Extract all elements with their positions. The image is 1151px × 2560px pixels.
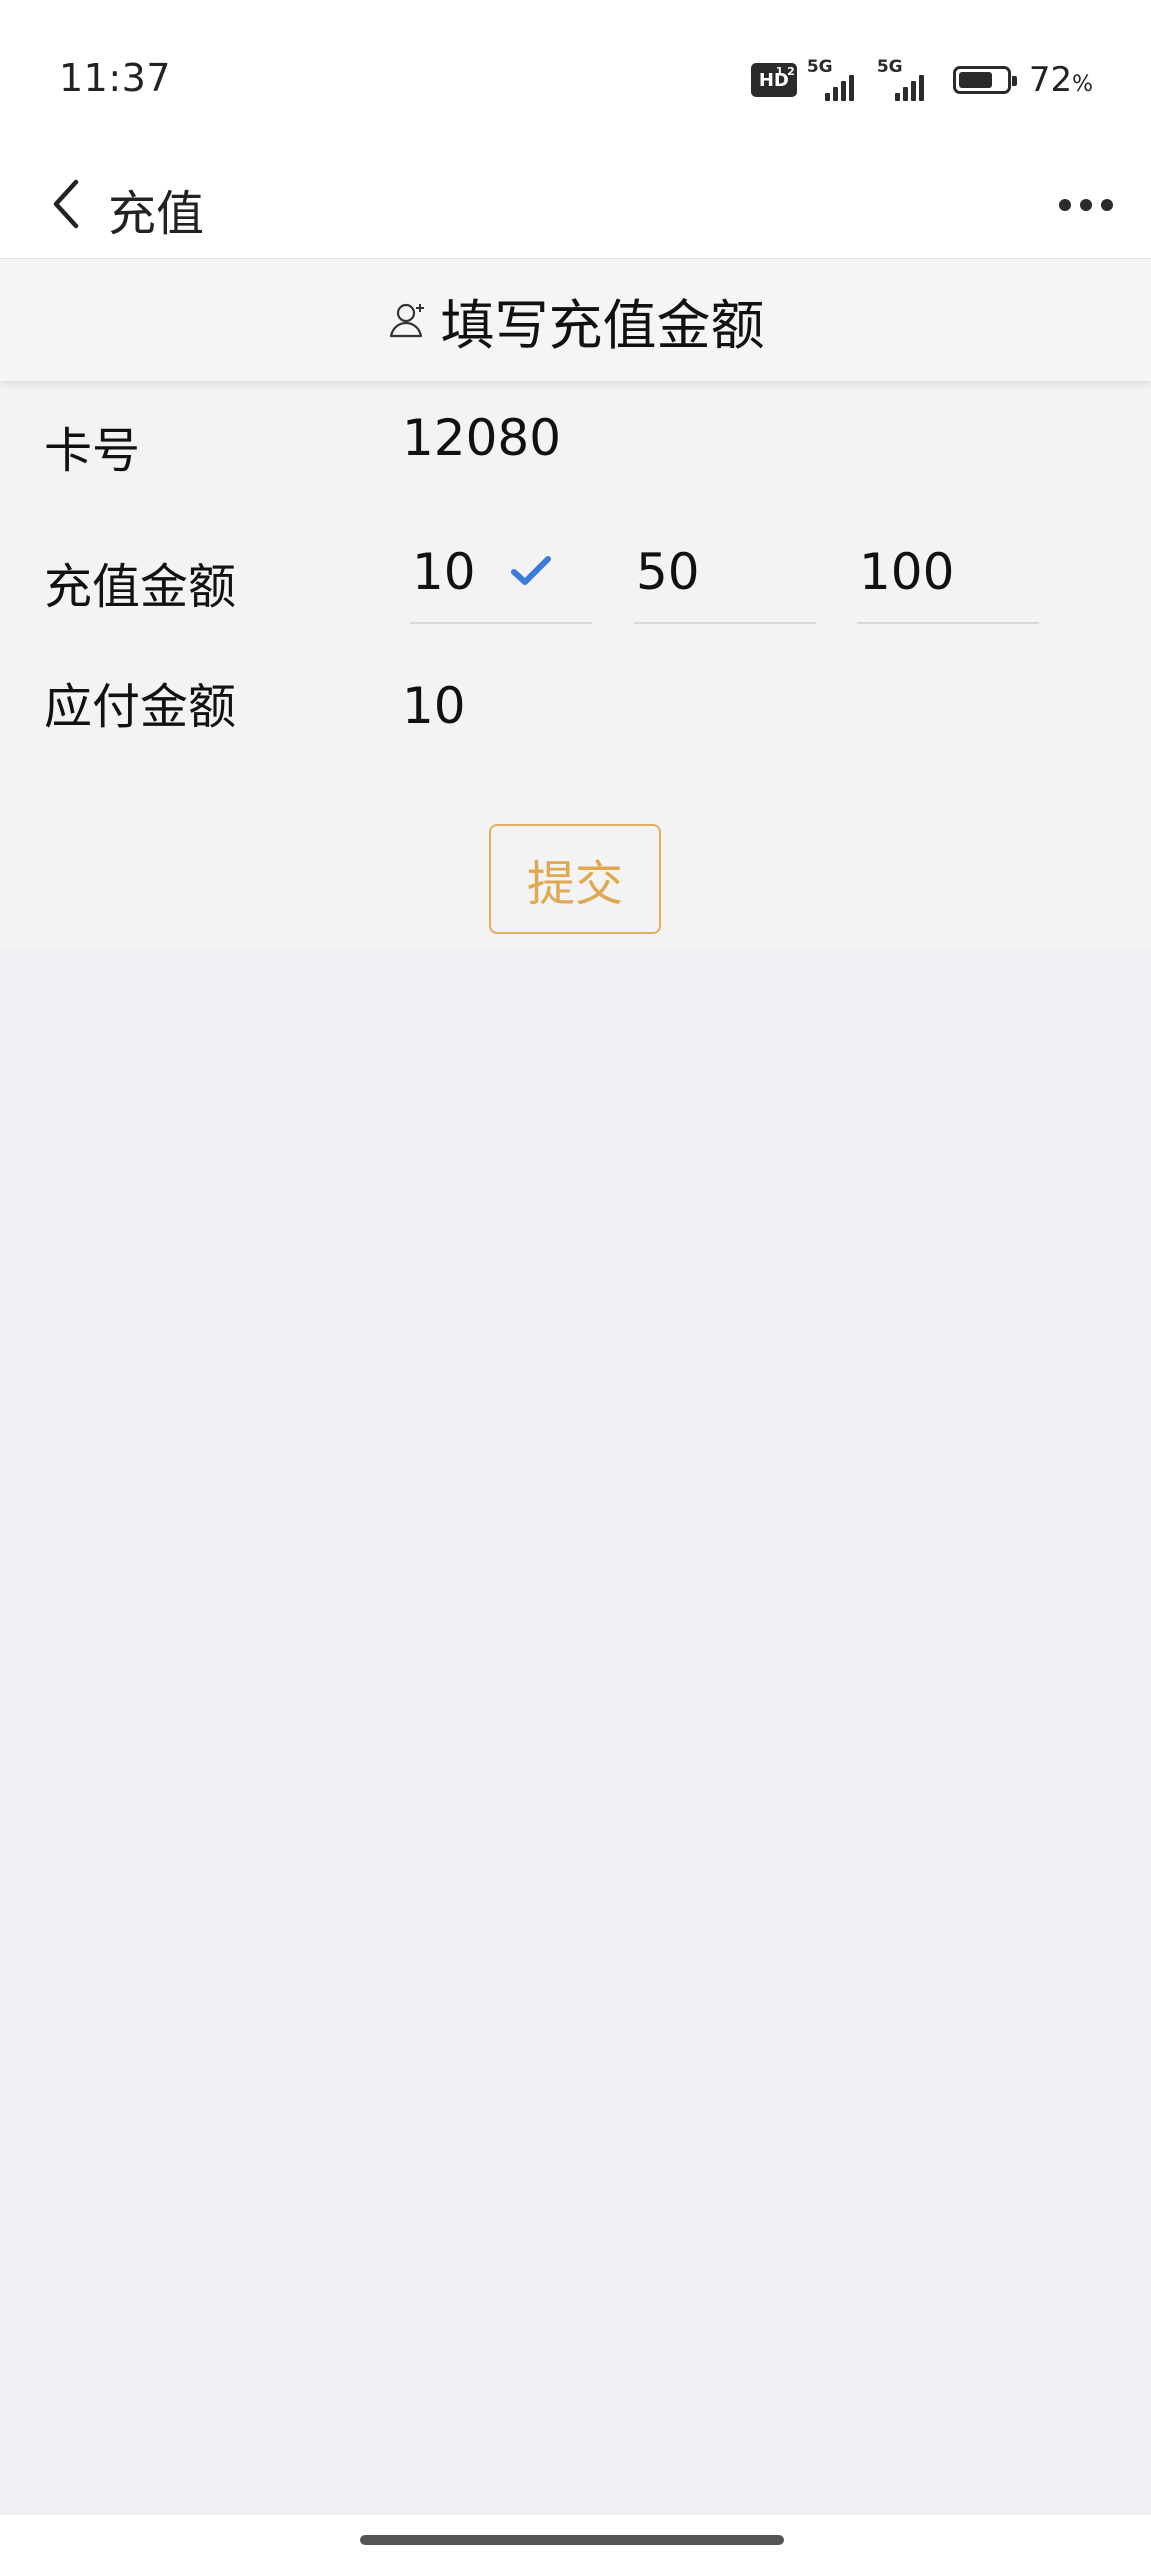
home-indicator[interactable]	[360, 2535, 784, 2545]
check-icon	[511, 556, 551, 585]
submit-button[interactable]: 提交	[489, 824, 661, 934]
card-number-value: 12080	[402, 409, 562, 467]
signal-icon-sim1: 5G	[806, 57, 867, 101]
network-type-2: 5G	[876, 57, 903, 77]
section-header: 填写充值金额	[0, 259, 1151, 381]
amount-option-label: 50	[636, 543, 700, 601]
hd-voice-icon: HD 1 2	[750, 63, 797, 97]
amount-option-100[interactable]: 100	[857, 542, 1039, 624]
battery-percent-unit: %	[1072, 72, 1093, 97]
more-dot-icon	[1059, 199, 1071, 211]
more-dot-icon	[1101, 199, 1113, 211]
recharge-amount-label: 充值金额	[44, 559, 237, 615]
chevron-left-icon	[53, 179, 79, 229]
more-button[interactable]	[1041, 170, 1131, 240]
battery-fill	[958, 72, 992, 88]
signal-icon-sim2: 5G	[876, 57, 937, 101]
amount-option-label: 10	[412, 543, 476, 601]
battery-icon	[952, 66, 1017, 94]
status-bar: 11:37 HD 1 2 5G 5G 72%	[0, 0, 1151, 150]
network-type-1: 5G	[806, 57, 833, 77]
user-add-icon	[389, 303, 424, 338]
status-icons: HD 1 2 5G 5G 72%	[750, 56, 1093, 104]
more-dot-icon	[1080, 199, 1092, 211]
battery-percent-value: 72	[1028, 60, 1073, 100]
section-title: 填写充值金额	[440, 293, 765, 357]
nav-bar: 充值	[0, 150, 1151, 259]
battery-percent: 72%	[1029, 60, 1093, 100]
status-time: 11:37	[59, 56, 172, 100]
payable-amount-value: 10	[402, 677, 466, 735]
back-button[interactable]	[28, 166, 104, 242]
amount-option-50[interactable]: 50	[634, 542, 816, 624]
payable-amount-label: 应付金额	[44, 679, 237, 735]
card-number-label: 卡号	[44, 423, 141, 479]
home-bar	[0, 2515, 1151, 2560]
amount-option-label: 100	[859, 543, 955, 601]
page-title: 充值	[108, 186, 205, 242]
amount-option-10[interactable]: 10	[410, 542, 592, 624]
hd-sub: 1 2	[775, 65, 795, 78]
recharge-form: 卡号 12080 充值金额 10 50 100 应付金额 10 提交	[0, 381, 1151, 949]
